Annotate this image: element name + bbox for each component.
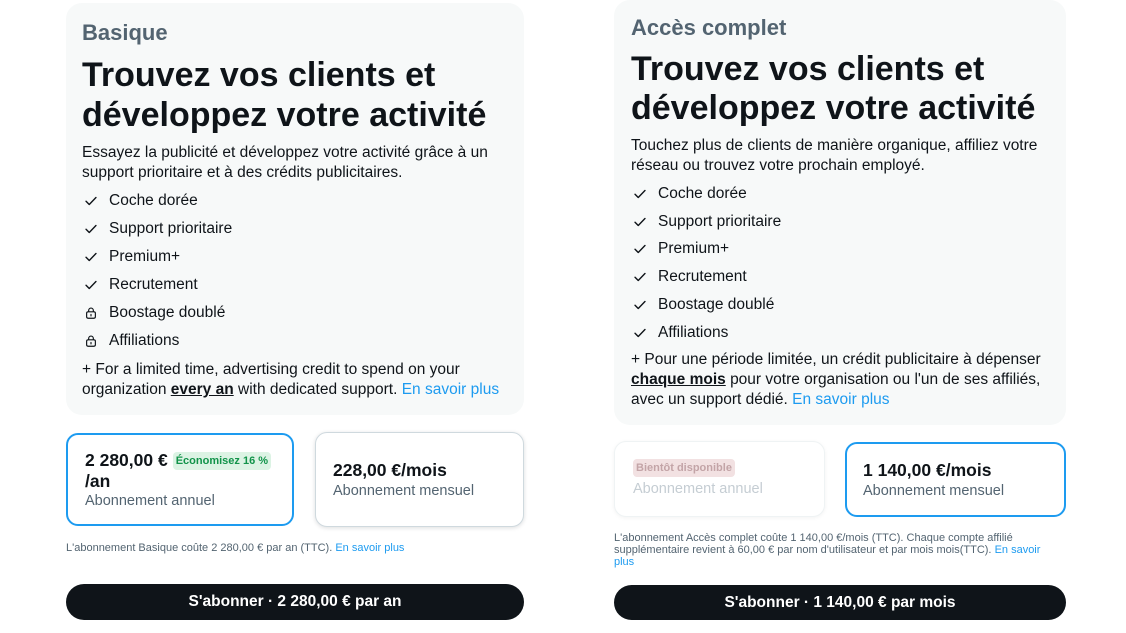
plan-card-acces-complet: Accès complet Trouvez vos clients et dév… <box>614 0 1066 425</box>
check-icon <box>85 224 97 234</box>
check-icon <box>634 273 646 282</box>
lock-icon <box>86 307 96 319</box>
feature-label: Boostage doublé <box>109 304 226 321</box>
feature-label: Recrutement <box>658 268 747 286</box>
feature-item: Affiliations <box>82 327 512 355</box>
feature-label: Boostage doublé <box>658 296 775 314</box>
monthly-plan-option[interactable]: 1 140,00 €/mois Abonnement mensuel <box>845 442 1066 517</box>
feature-item: Boostage doublé <box>82 299 512 327</box>
fine-print-text: L'abonnement Basique coûte 2 280,00 € pa… <box>66 542 333 554</box>
learn-more-link[interactable]: En savoir plus <box>402 381 499 398</box>
price-row: 2 280,00 € Économisez 16 % <box>85 450 284 471</box>
option-label: Abonnement mensuel <box>863 482 1005 499</box>
plan-tier-title: Basique <box>82 20 168 45</box>
monthly-plan-option[interactable]: 228,00 €/mois Abonnement mensuel <box>315 432 524 527</box>
check-icon <box>85 280 97 290</box>
plan-headline: Trouvez vos clients et développez votre … <box>631 50 1036 127</box>
feature-label: Support prioritaire <box>658 212 782 230</box>
subscribe-button[interactable]: S'abonner · 2 280,00 € par an <box>66 584 524 620</box>
plan-description: Touchez plus de clients de manière organ… <box>631 137 1038 174</box>
feature-item: Boostage doublé <box>631 291 1054 319</box>
promo-text-end: with dedicated support. <box>238 381 398 398</box>
feature-item: Recrutement <box>631 263 1054 291</box>
feature-label: Affiliations <box>658 323 729 341</box>
promo-text: + Pour une période limitée, un crédit pu… <box>631 350 1041 368</box>
feature-item: Affiliations <box>631 319 1054 347</box>
promo-note: + Pour une période limitée, un crédit pu… <box>631 350 1054 410</box>
learn-more-link[interactable]: En savoir plus <box>792 391 889 408</box>
annual-plan-option[interactable]: 2 280,00 € Économisez 16 % /an Abonnemen… <box>66 433 294 526</box>
promo-emphasis: every an <box>170 381 234 398</box>
feature-item: Support prioritaire <box>631 208 1054 236</box>
lock-icon <box>86 335 96 347</box>
feature-list: Coche dorée Support prioritaire Premium+… <box>631 180 1054 347</box>
learn-more-link[interactable]: En savoir plus <box>335 542 404 554</box>
plan-headline: Trouvez vos clients et développez votre … <box>82 56 487 134</box>
savings-badge: Économisez 16 % <box>172 451 272 470</box>
promo-note: + For a limited time, advertising credit… <box>82 360 512 400</box>
check-icon <box>634 300 646 310</box>
feature-label: Support prioritaire <box>109 220 233 237</box>
fine-print-text: L'abonnement Accès complet coûte 1 140,0… <box>614 532 1013 556</box>
plan-description: Essayez la publicité et développez votre… <box>82 144 488 181</box>
annual-plan-option-disabled: Bientôt disponible Abonnement annuel <box>614 441 825 517</box>
promo-emphasis: chaque mois <box>631 370 726 388</box>
feature-label: Premium+ <box>109 248 181 265</box>
fine-print: L'abonnement Basique coûte 2 280,00 € pa… <box>66 542 524 554</box>
feature-item: Coche dorée <box>82 187 512 215</box>
monthly-price: 228,00 €/mois <box>333 459 447 480</box>
feature-label: Coche dorée <box>109 192 198 209</box>
option-label: Abonnement annuel <box>633 481 763 497</box>
feature-item: Recrutement <box>82 271 512 299</box>
monthly-price: 1 140,00 €/mois <box>863 459 992 480</box>
feature-item: Premium+ <box>631 236 1054 264</box>
annual-price: 2 280,00 € <box>85 450 168 470</box>
price-period: /an <box>85 471 111 491</box>
check-icon <box>634 328 646 338</box>
feature-label: Affiliations <box>109 332 180 349</box>
fine-print: L'abonnement Accès complet coûte 1 140,0… <box>614 532 1054 568</box>
feature-item: Coche dorée <box>631 180 1054 208</box>
check-icon <box>85 252 97 262</box>
option-label: Abonnement annuel <box>85 493 215 509</box>
feature-label: Premium+ <box>658 240 730 258</box>
feature-list: Coche dorée Support prioritaire Premium+… <box>82 187 512 355</box>
feature-item: Premium+ <box>82 243 512 271</box>
feature-item: Support prioritaire <box>82 215 512 243</box>
coming-soon-badge: Bientôt disponible <box>633 459 735 477</box>
option-label: Abonnement mensuel <box>333 482 475 499</box>
check-icon <box>634 217 646 226</box>
feature-label: Recrutement <box>109 276 198 293</box>
feature-label: Coche dorée <box>658 184 747 202</box>
check-icon <box>634 245 646 254</box>
plan-tier-title: Accès complet <box>631 15 787 40</box>
plan-card-basique: Basique Trouvez vos clients et développe… <box>66 3 524 415</box>
check-icon <box>85 196 97 206</box>
subscribe-button[interactable]: S'abonner · 1 140,00 € par mois <box>614 585 1066 620</box>
check-icon <box>634 189 646 199</box>
